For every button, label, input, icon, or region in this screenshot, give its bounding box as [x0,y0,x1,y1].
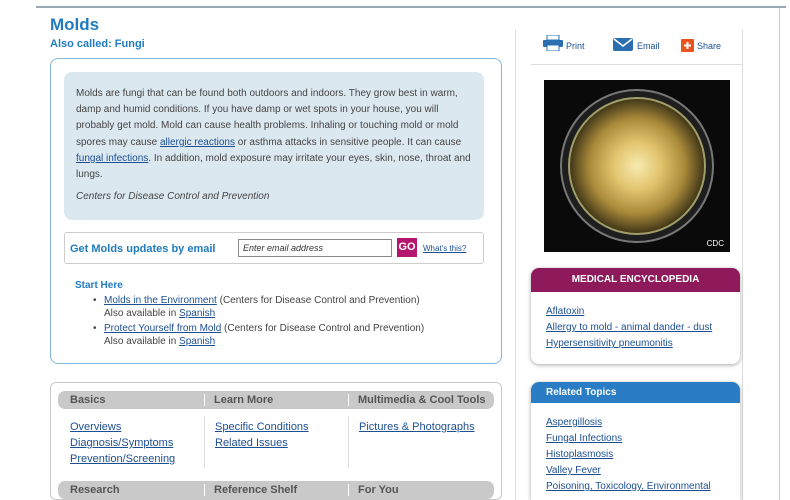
envelope-icon [613,38,633,51]
petri-dish-illustration [560,89,714,243]
overviews-link[interactable]: Overviews [70,419,175,435]
top-divider [36,6,786,8]
for-you-header: For You [358,484,399,496]
learn-more-header: Learn More [214,394,274,406]
fungal-infections-topic-link[interactable]: Fungal Infections [546,431,740,447]
tools-header-row: Basics Learn More Multimedia & Cool Tool… [58,391,494,409]
poisoning-toxicology-link[interactable]: Poisoning, Toxicology, Environmental [546,479,740,495]
image-credit: CDC [706,239,724,248]
molds-in-environment-link[interactable]: Molds in the Environment [104,295,217,306]
plus-share-icon [681,39,694,52]
column-divider [348,416,349,468]
mold-petri-dish-image: CDC [544,80,730,252]
go-button[interactable]: GO [397,238,417,257]
hypersensitivity-pneumonitis-link[interactable]: Hypersensitivity pneumonitis [546,336,740,352]
diagnosis-symptoms-link[interactable]: Diagnosis/Symptoms [70,435,175,451]
basics-column: Overviews Diagnosis/Symptoms Prevention/… [70,419,175,467]
spanish-link[interactable]: Spanish [179,336,215,347]
start-here-list: Molds in the Environment (Centers for Di… [90,294,424,350]
medical-encyclopedia-heading: MEDICAL ENCYCLOPEDIA [531,268,740,292]
summary-box: Molds are fungi that can be found both o… [64,72,484,220]
protect-yourself-link[interactable]: Protect Yourself from Mold [104,323,221,334]
related-issues-link[interactable]: Related Issues [215,435,309,451]
printer-icon [543,35,563,51]
related-topics-box: Related Topics Aspergillosis Fungal Infe… [531,382,740,500]
fungal-infections-link[interactable]: fungal infections [76,153,148,164]
email-input[interactable] [238,239,392,257]
pictures-photographs-link[interactable]: Pictures & Photographs [359,419,475,435]
also-called: Also called: Fungi [50,38,145,50]
column-divider [204,416,205,468]
aflatoxin-link[interactable]: Aflatoxin [546,304,740,320]
aspergillosis-link[interactable]: Aspergillosis [546,415,740,431]
page-title: Molds [50,15,100,34]
list-item: Protect Yourself from Mold (Centers for … [90,322,424,348]
multimedia-header: Multimedia & Cool Tools [358,394,486,406]
basics-header: Basics [70,394,106,406]
share-divider [531,64,743,65]
histoplasmosis-link[interactable]: Histoplasmosis [546,447,740,463]
allergic-reactions-link[interactable]: allergic reactions [160,137,235,148]
prevention-screening-link[interactable]: Prevention/Screening [70,451,175,467]
spanish-link[interactable]: Spanish [179,308,215,319]
email-signup-label: Get Molds updates by email [70,243,216,255]
right-divider [779,8,780,500]
learn-more-column: Specific Conditions Related Issues [215,419,309,451]
reference-shelf-header: Reference Shelf [214,484,298,496]
multimedia-column: Pictures & Photographs [359,419,475,435]
summary-text: Molds are fungi that can be found both o… [76,88,471,181]
tools-header-row-2: Research Reference Shelf For You [58,481,494,499]
related-topics-heading: Related Topics [531,382,740,403]
list-item: Molds in the Environment (Centers for Di… [90,294,424,320]
research-header: Research [70,484,120,496]
valley-fever-link[interactable]: Valley Fever [546,463,740,479]
medical-encyclopedia-box: MEDICAL ENCYCLOPEDIA Aflatoxin Allergy t… [531,268,740,364]
specific-conditions-link[interactable]: Specific Conditions [215,419,309,435]
whats-this-link[interactable]: What's this? [423,244,466,253]
start-here-heading: Start Here [75,280,123,291]
summary-source: Centers for Disease Control and Preventi… [76,191,270,203]
allergy-mold-link[interactable]: Allergy to mold - animal dander - dust [546,320,740,336]
